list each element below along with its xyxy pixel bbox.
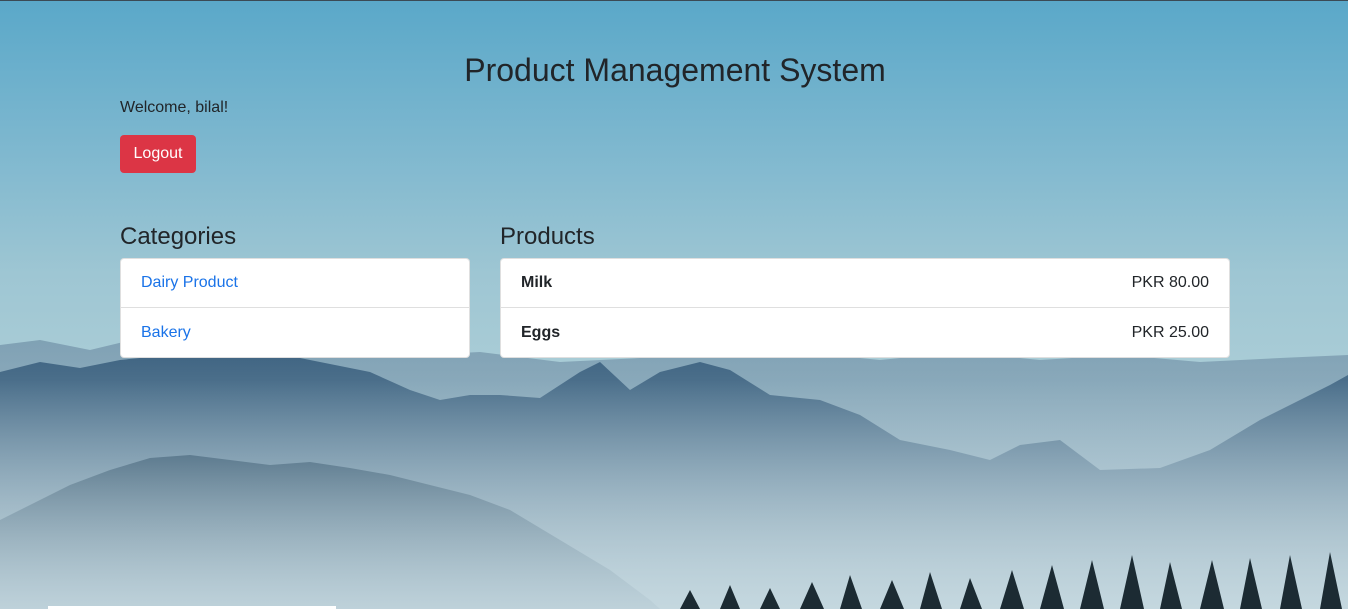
page-title: Product Management System bbox=[464, 52, 886, 88]
category-item: Bakery bbox=[121, 308, 469, 357]
products-heading: Products bbox=[500, 223, 595, 250]
product-name: Milk bbox=[521, 274, 553, 291]
product-price: PKR 25.00 bbox=[1131, 323, 1209, 341]
product-item: Milk PKR 80.00 bbox=[501, 259, 1229, 308]
welcome-message: Welcome, bilal! bbox=[120, 99, 229, 116]
logout-button[interactable]: Logout bbox=[120, 135, 196, 173]
category-item: Dairy Product bbox=[121, 259, 469, 308]
product-item: Eggs PKR 25.00 bbox=[501, 308, 1229, 357]
categories-heading: Categories bbox=[120, 223, 237, 250]
product-name: Eggs bbox=[521, 323, 561, 341]
products-list: Milk PKR 80.00 Eggs PKR 25.00 bbox=[500, 258, 1230, 358]
product-price: PKR 80.00 bbox=[1131, 274, 1209, 291]
window-top-border bbox=[0, 0, 1348, 1]
categories-list: Dairy Product Bakery bbox=[120, 258, 470, 358]
category-link-dairy-product[interactable]: Dairy Product bbox=[141, 274, 238, 292]
category-link-bakery[interactable]: Bakery bbox=[141, 324, 191, 342]
